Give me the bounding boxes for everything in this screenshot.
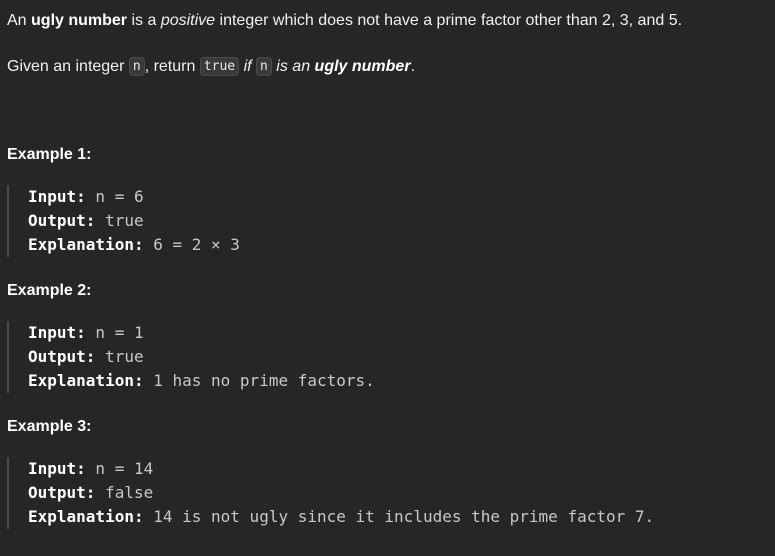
text-return: , return xyxy=(144,58,200,75)
description-paragraph-2: Given an integer n, return true if n is … xyxy=(7,55,415,80)
example-1-explanation-line: Explanation: 6 = 2 × 3 xyxy=(28,233,768,257)
text-is-a: is a xyxy=(127,12,161,29)
output-label: Output: xyxy=(28,483,96,502)
input-label: Input: xyxy=(28,187,86,206)
code-n-2: n xyxy=(256,57,272,76)
example-3-output-line: Output: false xyxy=(28,481,768,505)
code-true: true xyxy=(199,57,240,76)
example-1-output-line: Output: true xyxy=(28,209,768,233)
example-1-input-line: Input: n = 6 xyxy=(28,185,768,209)
input-label: Input: xyxy=(28,459,86,478)
example-1-block: Input: n = 6 Output: true Explanation: 6… xyxy=(7,185,768,257)
explanation-label: Explanation: xyxy=(28,371,144,390)
explanation-label: Explanation: xyxy=(28,235,144,254)
example-1-title: Example 1: xyxy=(7,146,92,163)
example-3-input-line: Input: n = 14 xyxy=(28,457,768,481)
term-positive: positive xyxy=(160,12,216,29)
description-paragraph-1: An ugly number is a positive integer whi… xyxy=(7,9,682,33)
text-an: An xyxy=(7,12,32,29)
output-value: true xyxy=(95,347,144,366)
example-2-title: Example 2: xyxy=(7,282,92,299)
term-ugly-number: ugly number xyxy=(31,12,128,29)
example-2-explanation-line: Explanation: 1 has no prime factors. xyxy=(28,369,768,393)
output-label: Output: xyxy=(28,211,96,230)
example-3-block: Input: n = 14 Output: false Explanation:… xyxy=(7,457,768,529)
explanation-label: Explanation: xyxy=(28,507,144,526)
input-value: n = 14 xyxy=(85,459,154,478)
example-2-input-line: Input: n = 1 xyxy=(28,321,768,345)
example-2-output-line: Output: true xyxy=(28,345,768,369)
text-period: . xyxy=(410,58,416,75)
text-if-word: if xyxy=(239,58,257,75)
example-3-title: Example 3: xyxy=(7,418,92,435)
input-value: n = 6 xyxy=(85,187,144,206)
text-is-an: is an xyxy=(271,58,315,75)
example-3-explanation-line: Explanation: 14 is not ugly since it inc… xyxy=(28,505,768,529)
text-if: if n is an ugly number xyxy=(239,57,411,76)
output-value: false xyxy=(95,483,154,502)
input-label: Input: xyxy=(28,323,86,342)
example-2-block: Input: n = 1 Output: true Explanation: 1… xyxy=(7,321,768,393)
explanation-value: 1 has no prime factors. xyxy=(143,371,375,390)
term-ugly-number-2: ugly number xyxy=(314,58,411,75)
explanation-value: 6 = 2 × 3 xyxy=(143,235,240,254)
text-rest: integer which does not have a prime fact… xyxy=(215,12,683,29)
input-value: n = 1 xyxy=(85,323,144,342)
explanation-value: 14 is not ugly since it includes the pri… xyxy=(143,507,655,526)
text-given: Given an integer xyxy=(7,58,129,75)
output-value: true xyxy=(95,211,144,230)
code-n: n xyxy=(128,57,145,76)
output-label: Output: xyxy=(28,347,96,366)
